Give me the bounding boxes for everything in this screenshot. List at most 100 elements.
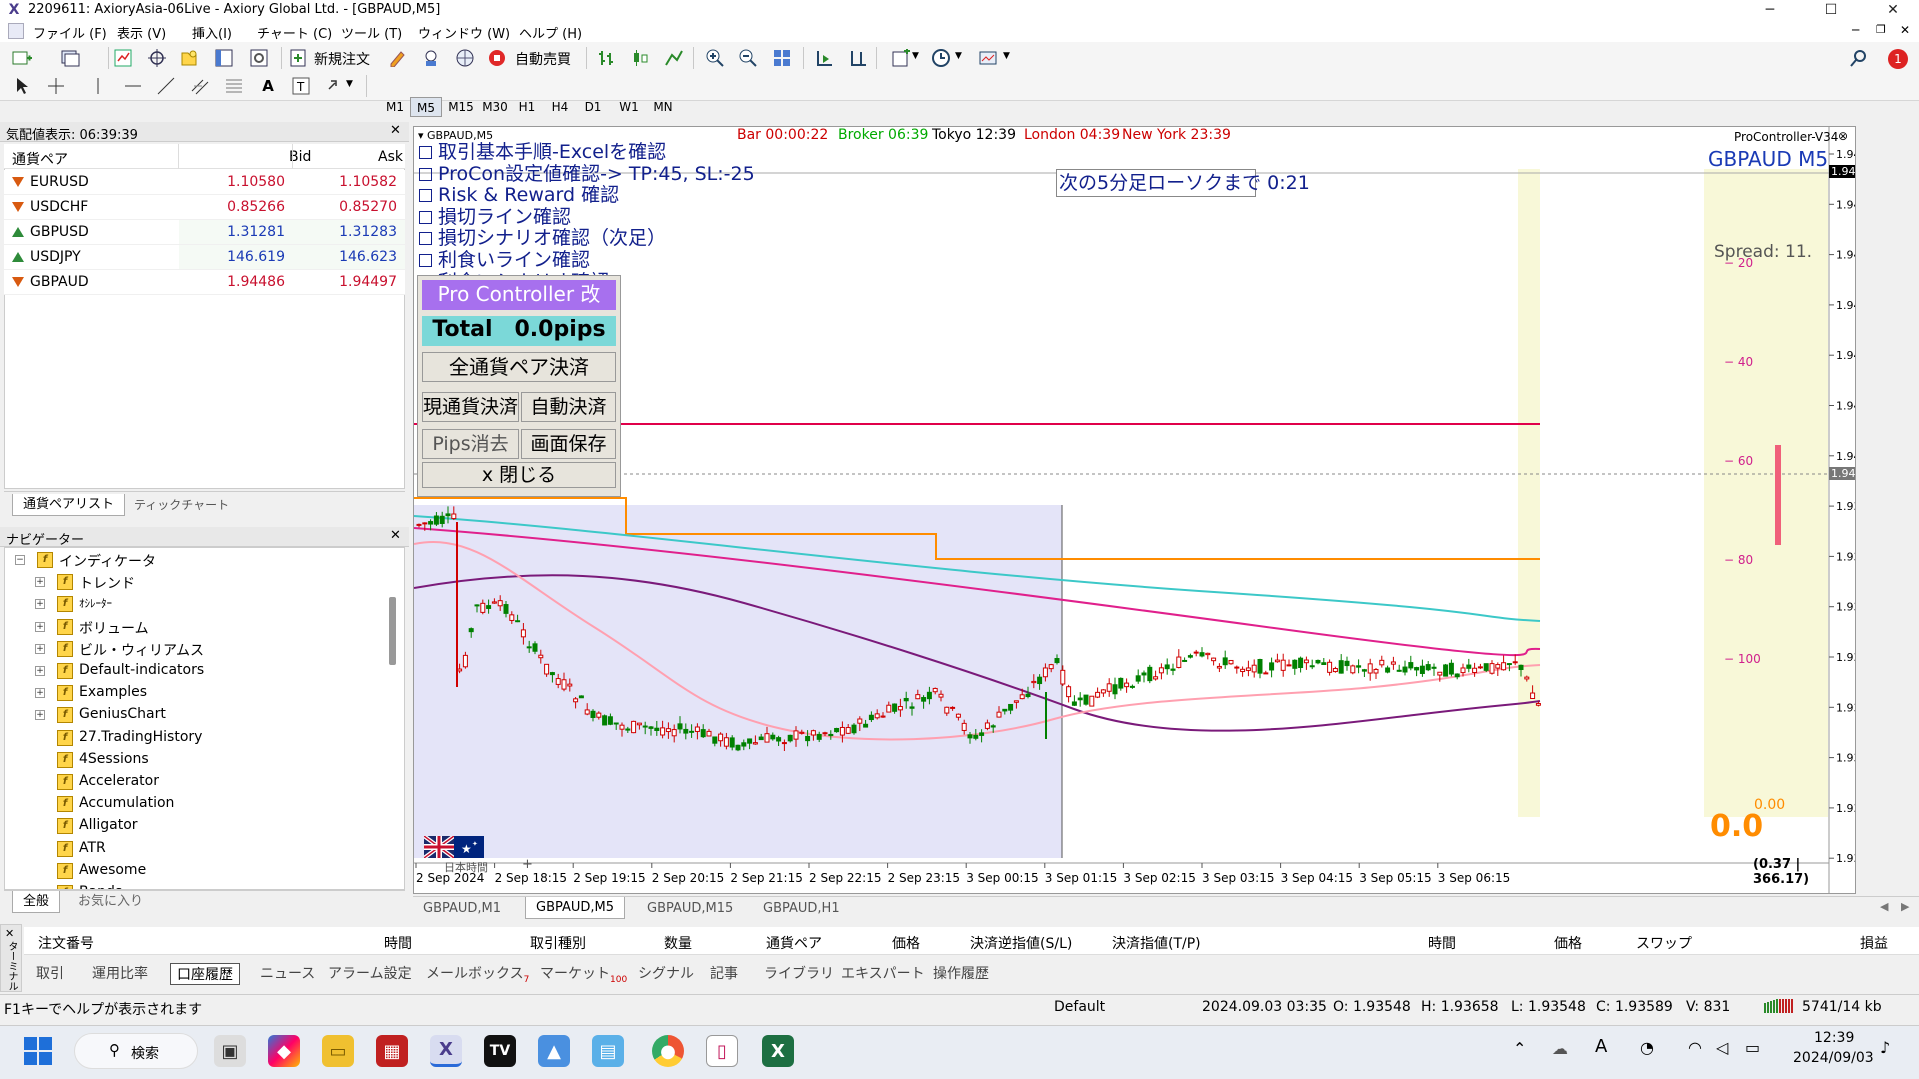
channel-icon[interactable] xyxy=(188,75,212,97)
checklist-item[interactable]: 取引基本手順-Excelを確認 xyxy=(419,141,666,163)
chevron-down-icon[interactable]: ▼ xyxy=(912,51,919,61)
chart-tab-h1[interactable]: GBPAUD,H1 xyxy=(753,898,850,920)
tab-favorites[interactable]: お気に入り xyxy=(68,891,153,913)
terminal-tab[interactable]: 取引 xyxy=(36,963,64,983)
tab-symbols[interactable]: 通貨ペアリスト xyxy=(12,494,126,516)
auto-trade-icon[interactable] xyxy=(485,47,509,69)
terminal-col-header[interactable]: 通貨ペア xyxy=(766,933,822,953)
vertical-line-icon[interactable] xyxy=(86,75,110,97)
chevron-up-icon[interactable]: ⌃ xyxy=(1513,1039,1526,1058)
chart-tab-m1[interactable]: GBPAUD,M1 xyxy=(413,898,511,920)
cursor-icon[interactable] xyxy=(10,75,34,97)
crosshair-icon[interactable] xyxy=(44,75,68,97)
market-watch-row[interactable]: USDJPY 146.619 146.623 xyxy=(4,245,405,270)
tile-windows-icon[interactable] xyxy=(770,47,794,69)
app-notes-icon[interactable]: ▯ xyxy=(706,1035,738,1067)
volume-icon[interactable]: ◁ xyxy=(1716,1038,1728,1057)
experts-icon[interactable] xyxy=(419,47,443,69)
file-explorer-icon[interactable]: ▭ xyxy=(322,1035,354,1067)
search-box[interactable]: ⚲ 検索 xyxy=(74,1033,198,1069)
new-order-button[interactable]: 新規注文 xyxy=(314,49,370,69)
terminal-tab[interactable]: マーケット100 xyxy=(540,963,627,985)
checklist-item[interactable]: Risk & Reward 確認 xyxy=(419,184,619,206)
menu-file[interactable]: ファイル (F) xyxy=(33,23,107,42)
navigator-item[interactable]: ATR xyxy=(79,840,106,856)
arrows-icon[interactable] xyxy=(324,75,348,97)
navigator-item[interactable]: インディケータ xyxy=(59,551,156,571)
tree-expand-icon[interactable]: − xyxy=(15,555,25,565)
terminal-col-header[interactable]: 決済指値(T/P) xyxy=(1112,933,1201,953)
terminal-tab[interactable]: メールボックス7 xyxy=(426,963,529,985)
text-icon[interactable]: A xyxy=(256,75,280,97)
notification-badge[interactable]: 1 xyxy=(1888,49,1908,69)
taskbar-time[interactable]: 12:39 xyxy=(1814,1030,1854,1046)
close-icon[interactable]: ✕ xyxy=(390,528,401,543)
terminal-col-header[interactable]: 価格 xyxy=(1554,933,1582,953)
chart-tab-m5[interactable]: GBPAUD,M5 xyxy=(525,897,626,919)
profiles-icon[interactable] xyxy=(58,47,82,69)
checkbox-icon[interactable] xyxy=(419,210,432,224)
market-watch-row[interactable]: USDCHF 0.85266 0.85270 xyxy=(4,195,405,220)
market-watch-row[interactable]: EURUSD 1.10580 1.10582 xyxy=(4,170,405,195)
maximize-button[interactable]: ☐ xyxy=(1808,0,1854,20)
templates-icon[interactable] xyxy=(976,47,1000,69)
menu-help[interactable]: ヘルプ (H) xyxy=(519,23,582,42)
menu-chart[interactable]: チャート (C) xyxy=(257,23,332,42)
terminal-tab[interactable]: 運用比率 xyxy=(92,963,148,983)
tf-m5[interactable]: M5 xyxy=(410,97,442,117)
tf-m30[interactable]: M30 xyxy=(478,97,512,117)
tree-expand-icon[interactable]: + xyxy=(35,621,45,632)
battery-icon[interactable]: ▭ xyxy=(1745,1038,1760,1057)
checkbox-icon[interactable] xyxy=(419,232,432,246)
new-chart-icon[interactable] xyxy=(10,47,34,69)
terminal-icon[interactable] xyxy=(212,47,236,69)
tree-expand-icon[interactable]: + xyxy=(35,577,45,588)
navigator-item[interactable]: Default-indicators xyxy=(79,662,204,678)
ime-icon[interactable]: A xyxy=(1595,1036,1607,1057)
menu-window[interactable]: ウィンドウ (W) xyxy=(418,23,510,42)
close-all-button[interactable]: 全通貨ペア決済 xyxy=(422,352,616,382)
auto-close-button[interactable]: 自動決済 xyxy=(521,392,616,422)
chevron-down-icon[interactable]: ▼ xyxy=(346,79,353,89)
terminal-col-header[interactable]: 時間 xyxy=(1428,933,1456,953)
tf-d1[interactable]: D1 xyxy=(578,97,608,117)
terminal-col-header[interactable]: 取引種別 xyxy=(530,933,586,953)
tradingview-icon[interactable]: TV xyxy=(484,1035,516,1067)
terminal-tab[interactable]: シグナル xyxy=(638,963,694,983)
cloud-icon[interactable]: ☁ xyxy=(1552,1039,1568,1058)
close-current-button[interactable]: 現通貨決済 xyxy=(422,392,519,422)
menu-insert[interactable]: 挿入(I) xyxy=(192,23,232,42)
mdi-restore-button[interactable]: ❐ xyxy=(1876,23,1886,36)
zoom-out-icon[interactable] xyxy=(736,47,760,69)
chevron-down-icon[interactable]: ▼ xyxy=(1003,51,1010,61)
wifi-icon[interactable]: ◠ xyxy=(1688,1038,1702,1057)
chart-tab-m15[interactable]: GBPAUD,M15 xyxy=(637,898,743,920)
terminal-tab[interactable]: アラーム設定 xyxy=(328,963,412,983)
tab-scroll-right-icon[interactable]: ▶ xyxy=(1901,900,1909,913)
windows-start-icon[interactable] xyxy=(24,1037,52,1065)
copilot-tray-icon[interactable]: ◔ xyxy=(1640,1038,1654,1057)
close-icon[interactable]: ✕ xyxy=(5,927,14,940)
chart-shift-icon[interactable] xyxy=(846,47,870,69)
navigator-scrollbar[interactable] xyxy=(389,597,396,665)
tester-icon[interactable] xyxy=(247,47,271,69)
text-label-icon[interactable]: T xyxy=(289,75,313,97)
zoom-in-icon[interactable] xyxy=(703,47,727,69)
copilot-icon[interactable]: ◆ xyxy=(268,1035,300,1067)
market-watch-row[interactable]: GBPAUD 1.94486 1.94497 xyxy=(4,270,405,295)
navigator-item[interactable]: ビル・ウィリアムス xyxy=(79,640,204,660)
app-chart-icon[interactable]: ▲ xyxy=(538,1035,570,1067)
close-panel-button[interactable]: x 閉じる xyxy=(422,462,616,488)
tree-expand-icon[interactable]: + xyxy=(35,643,45,654)
new-order-icon[interactable] xyxy=(286,47,310,69)
close-icon[interactable]: ✕ xyxy=(390,123,401,138)
menu-tools[interactable]: ツール (T) xyxy=(341,23,402,42)
tf-m1[interactable]: M1 xyxy=(380,97,410,117)
navigator-item[interactable]: ボリューム xyxy=(79,618,149,638)
terminal-tab[interactable]: エキスパート xyxy=(841,963,925,983)
tf-mn[interactable]: MN xyxy=(648,97,678,117)
navigator-icon[interactable] xyxy=(177,47,201,69)
trendline-icon[interactable] xyxy=(154,75,178,97)
notification-bell-icon[interactable]: ♪ xyxy=(1880,1038,1890,1057)
candlestick-icon[interactable] xyxy=(628,47,652,69)
